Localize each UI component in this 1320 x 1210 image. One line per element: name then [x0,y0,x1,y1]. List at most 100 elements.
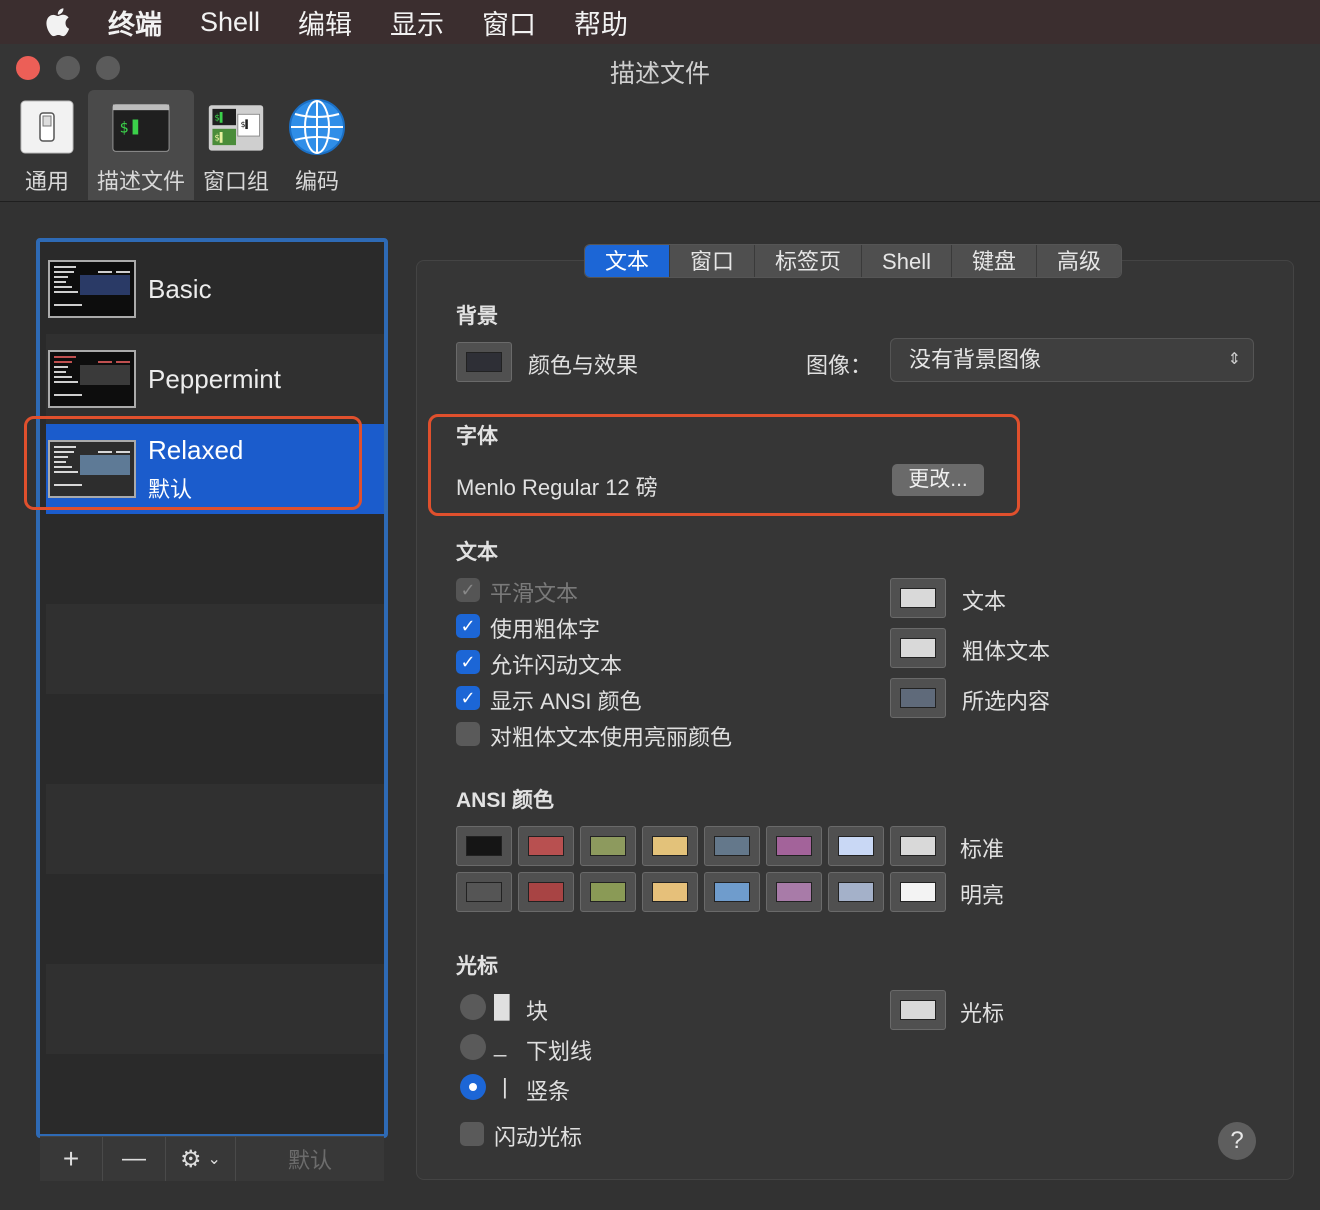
add-profile-button[interactable]: + [40,1137,103,1181]
cursor-section-title: 光标 [456,955,498,978]
bold-fonts-checkbox[interactable]: ✓ [456,614,480,638]
background-section-title: 背景 [456,305,498,328]
window-title: 描述文件 [609,60,710,88]
blink-text-checkbox[interactable]: ✓ [456,650,480,674]
tab-shell[interactable]: Shell [862,245,952,277]
menu-help[interactable]: 帮助 [574,3,628,42]
cursor-bar-label: 竖条 [526,1079,571,1104]
ansi-colors-checkbox[interactable]: ✓ [456,686,480,710]
blink-cursor-checkbox[interactable] [460,1122,484,1146]
profile-row-peppermint[interactable]: Peppermint [46,334,384,424]
ansi-standard-swatch-1[interactable] [518,826,574,866]
menu-edit[interactable]: 编辑 [298,3,352,42]
profile-row-basic[interactable]: Basic [46,244,384,334]
help-button[interactable]: ? [1218,1122,1256,1160]
gear-menu-button[interactable]: ⚙ ⌄ [166,1137,236,1181]
ansi-standard-swatch-color [652,836,688,856]
profile-thumbnail [48,260,136,318]
ansi-bright-swatch-5[interactable] [766,872,822,912]
tab-keyboard[interactable]: 键盘 [951,245,1037,277]
background-image-select[interactable]: 没有背景图像 ⇕ [890,338,1254,382]
ansi-standard-swatch-color [838,836,874,856]
ansi-bright-swatch-2[interactable] [580,872,636,912]
selection-color-swatch[interactable] [890,678,946,718]
blink-cursor-label: 闪动光标 [494,1125,583,1150]
tab-window[interactable]: 窗口 [670,245,756,277]
ansi-standard-swatch-2[interactable] [580,826,636,866]
profile-actions-bar: + — ⚙ ⌄ 默认 [40,1136,384,1181]
cursor-block-radio[interactable] [460,994,486,1020]
ansi-bright-swatch-0[interactable] [456,872,512,912]
ansi-standard-swatch-0[interactable] [456,826,512,866]
ansi-bright-swatch-color [590,882,626,902]
cursor-bar-radio[interactable] [460,1074,486,1100]
text-color-swatch[interactable] [890,578,946,618]
cursor-underline-label: 下划线 [526,1039,593,1064]
ansi-standard-swatch-color [590,836,626,856]
menu-view[interactable]: 显示 [390,3,444,42]
ansi-bright-swatch-4[interactable] [704,872,760,912]
toolbar-general[interactable]: 通用 [10,90,84,200]
cursor-color-swatch[interactable] [890,990,946,1030]
svg-text:$▌: $▌ [241,119,251,130]
ansi-standard-swatch-3[interactable] [642,826,698,866]
settings-tabs: 文本 窗口 标签页 Shell 键盘 高级 [584,244,1122,278]
ansi-standard-swatch-5[interactable] [766,826,822,866]
ansi-bright-swatch-3[interactable] [642,872,698,912]
menu-bar: 终端 Shell 编辑 显示 窗口 帮助 [0,0,1320,44]
tab-advanced[interactable]: 高级 [1036,245,1121,277]
font-value: Menlo Regular 12 磅 [456,475,658,500]
ansi-bright-swatch-6[interactable] [828,872,884,912]
bold-text-color-label: 粗体文本 [962,639,1051,664]
smooth-text-label: 平滑文本 [490,581,579,606]
ansi-standard-swatch-4[interactable] [704,826,760,866]
toolbar-encodings-label: 编码 [294,169,339,194]
cursor-underline-radio[interactable] [460,1034,486,1060]
ansi-bright-label: 明亮 [960,883,1005,908]
tab-tabs[interactable]: 标签页 [755,245,863,277]
ansi-standard-label: 标准 [960,837,1005,862]
smooth-text-checkbox[interactable]: ✓ [456,578,480,602]
profile-thumbnail [48,350,136,408]
bold-text-color-swatch[interactable] [890,628,946,668]
ansi-section-title: ANSI 颜色 [456,789,555,812]
ansi-bright-swatch-color [776,882,812,902]
updown-chevron-icon: ⇕ [1227,351,1241,368]
bright-bold-label: 对粗体文本使用亮丽颜色 [490,725,733,750]
image-label: 图像： [806,353,873,378]
apple-icon[interactable] [42,7,72,37]
toolbar-profiles[interactable]: $ 描述文件 [88,90,194,200]
ansi-standard-swatch-6[interactable] [828,826,884,866]
ansi-bright-swatch-7[interactable] [890,872,946,912]
ansi-bright-swatch-color [466,882,502,902]
background-color-swatch[interactable] [456,342,512,382]
window-titlebar: 描述文件 通用 $ 描述文件 $▌ $▌ $▌ 窗口组 编码 [0,44,1320,202]
relaxed-highlight-box [24,416,362,510]
cursor-color-label: 光标 [960,1001,1005,1026]
remove-profile-button[interactable]: — [103,1137,166,1181]
ansi-bright-swatch-color [528,882,564,902]
profile-list[interactable]: Basic Peppermint Relaxed 默认 [36,238,388,1138]
ansi-bright-swatch-1[interactable] [518,872,574,912]
preferences-toolbar: 通用 $ 描述文件 $▌ $▌ $▌ 窗口组 编码 [10,90,356,200]
ansi-bright-swatch-color [714,882,750,902]
change-font-button[interactable]: 更改... [892,464,984,496]
profile-name: Basic [148,273,212,304]
tab-text[interactable]: 文本 [585,245,671,277]
ansi-standard-swatch-color [714,836,750,856]
ansi-standard-swatch-7[interactable] [890,826,946,866]
text-color-label: 文本 [962,589,1007,614]
toolbar-window-groups[interactable]: $▌ $▌ $▌ 窗口组 [194,90,278,200]
profile-name: Peppermint [148,363,281,394]
chevron-down-icon: ⌄ [207,1151,221,1168]
toolbar-encodings[interactable]: 编码 [278,90,356,200]
menu-window[interactable]: 窗口 [482,3,536,42]
menu-shell[interactable]: Shell [200,7,260,38]
menu-terminal[interactable]: 终端 [108,3,162,42]
cursor-bar-glyph: | [502,1074,508,1099]
set-default-button[interactable]: 默认 [236,1137,384,1181]
bright-bold-checkbox[interactable] [456,722,480,746]
toolbar-general-label: 通用 [24,169,69,194]
terminal-icon: $ [112,98,170,156]
text-section-title: 文本 [456,541,498,564]
